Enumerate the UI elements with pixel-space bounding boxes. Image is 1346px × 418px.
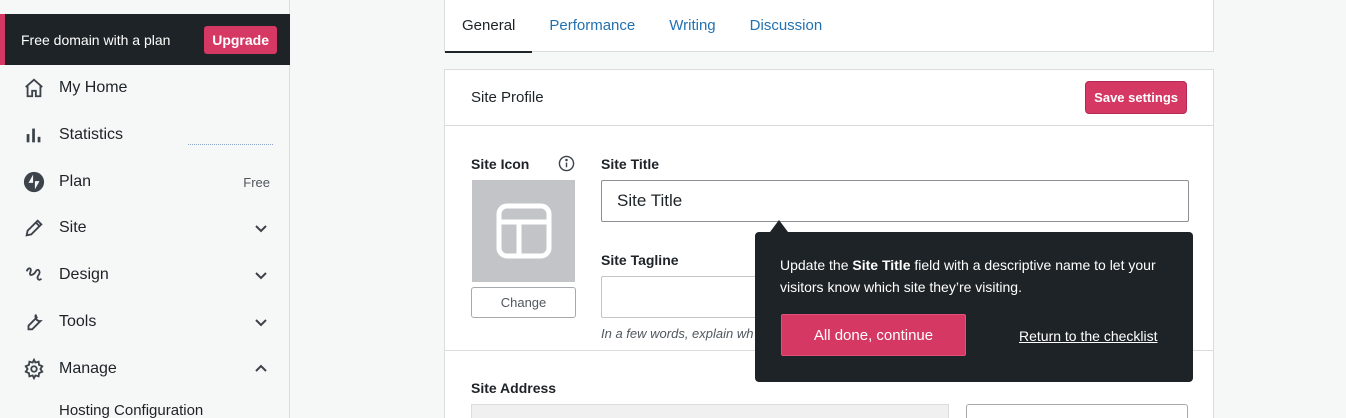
chevron-down-icon <box>252 219 270 237</box>
chevron-down-icon <box>252 266 270 284</box>
site-icon-placeholder <box>472 180 575 282</box>
site-tagline-label: Site Tagline <box>601 252 679 268</box>
settings-tabs: General Performance Writing Discussion <box>444 0 1214 53</box>
site-icon-label: Site Icon <box>471 156 530 172</box>
sidebar-item-label: Tools <box>59 313 97 330</box>
upgrade-banner: Free domain with a plan Upgrade <box>0 14 290 65</box>
wrench-icon <box>22 310 46 334</box>
upgrade-button[interactable]: Upgrade <box>204 25 277 54</box>
sidebar-item-label: Design <box>59 266 109 283</box>
site-address-input[interactable] <box>471 404 949 418</box>
bar-chart-icon <box>22 123 46 147</box>
tab-writing[interactable]: Writing <box>669 0 715 52</box>
gear-icon <box>22 357 46 381</box>
change-icon-button[interactable]: Change <box>471 287 576 318</box>
sidebar-item-my-home[interactable]: My Home <box>0 68 290 108</box>
sidebar-item-site[interactable]: Site <box>0 208 290 248</box>
sidebar-item-label: Site <box>59 219 87 236</box>
design-icon <box>22 263 46 287</box>
sidebar-item-label: Plan <box>59 173 92 190</box>
sidebar-subitem-hosting-configuration[interactable]: Hosting Configuration <box>59 402 203 418</box>
tab-general[interactable]: General <box>444 0 533 53</box>
site-address-button[interactable] <box>966 404 1188 418</box>
return-to-checklist-link[interactable]: Return to the checklist <box>1019 328 1158 344</box>
card-title: Site Profile <box>471 89 544 106</box>
tab-discussion[interactable]: Discussion <box>750 0 823 52</box>
tab-performance[interactable]: Performance <box>549 0 635 52</box>
sidebar-item-statistics[interactable]: Statistics <box>0 115 290 155</box>
sidebar-item-label: Manage <box>59 360 117 377</box>
site-title-input[interactable]: Site Title <box>601 180 1189 222</box>
chevron-down-icon <box>252 313 270 331</box>
jetpack-icon <box>22 170 46 194</box>
sidebar-item-manage[interactable]: Manage <box>0 349 290 389</box>
plan-badge: Free <box>243 174 270 190</box>
site-address-label: Site Address <box>471 380 557 396</box>
all-done-continue-button[interactable]: All done, continue <box>781 314 966 356</box>
sidebar-item-tools[interactable]: Tools <box>0 302 290 342</box>
checklist-tooltip: Update the Site Title field with a descr… <box>755 232 1193 382</box>
info-icon[interactable] <box>558 155 575 172</box>
card-header: Site Profile Save settings <box>445 70 1213 126</box>
home-icon <box>22 76 46 100</box>
site-title-label: Site Title <box>601 156 660 172</box>
chevron-up-icon <box>252 360 270 378</box>
pencil-icon <box>22 216 46 240</box>
sidebar: Free domain with a plan Upgrade My Home … <box>0 0 290 418</box>
save-settings-button[interactable]: Save settings <box>1085 81 1187 114</box>
promo-text: Free domain with a plan <box>21 31 171 48</box>
tooltip-arrow <box>770 220 788 232</box>
tooltip-text: Update the Site Title field with a descr… <box>780 257 1156 295</box>
sidebar-item-label: Statistics <box>59 126 124 143</box>
sidebar-item-design[interactable]: Design <box>0 255 290 295</box>
sidebar-item-plan[interactable]: Plan Free <box>0 162 290 202</box>
layout-icon <box>496 203 551 259</box>
sidebar-item-label: My Home <box>59 79 128 96</box>
statistics-sparkline <box>188 144 273 145</box>
tagline-help-text: In a few words, explain wh <box>601 326 754 341</box>
